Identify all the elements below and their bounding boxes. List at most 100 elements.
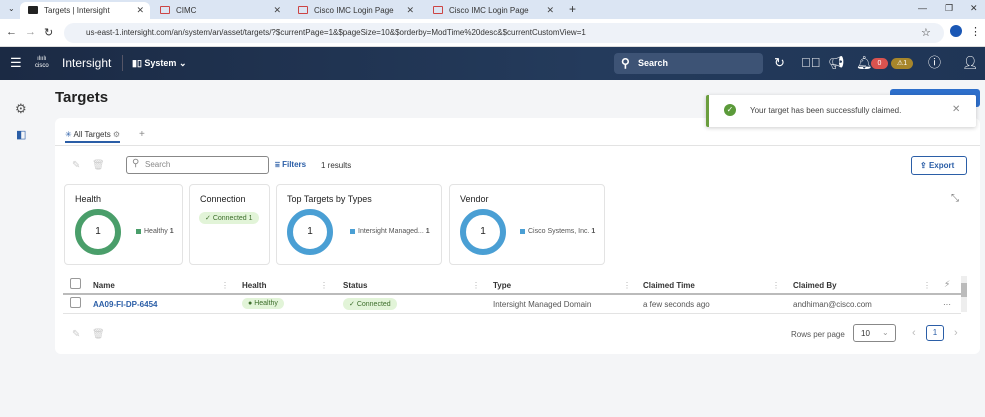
minimize-icon[interactable]: — <box>918 3 927 13</box>
column-settings-icon[interactable]: ⚡︎ <box>944 279 950 290</box>
favicon-icon <box>298 6 308 14</box>
favicon-icon <box>160 6 170 14</box>
close-tab-icon[interactable]: ✕ <box>273 5 281 16</box>
critical-alarm-badge[interactable]: 0 <box>871 58 888 69</box>
reload-icon[interactable]: ↻ <box>44 26 53 39</box>
legend-vendor[interactable]: Cisco Systems, Inc. 1 <box>520 228 595 235</box>
security-shield-icon[interactable]: ◧ <box>16 128 26 141</box>
legend-type[interactable]: Intersight Managed... 1 <box>350 228 430 235</box>
column-header-status[interactable]: Status <box>343 281 367 290</box>
help-icon[interactable]: ⓘ <box>928 56 941 70</box>
vendor-donut: 1 <box>460 209 506 255</box>
close-tab-icon[interactable]: ✕ <box>546 5 554 16</box>
user-profile-icon[interactable]: 👤︎ <box>962 56 979 70</box>
global-search-input[interactable]: ⚲ Search <box>614 53 763 74</box>
vendor-widget[interactable]: Vendor 1 Cisco Systems, Inc. 1 <box>449 184 605 265</box>
url-input[interactable]: us-east-1.intersight.com/an/system/an/as… <box>64 23 944 43</box>
maximize-icon[interactable]: ❐ <box>945 3 953 14</box>
bookmark-star-icon[interactable]: ☆ <box>921 26 931 39</box>
targets-panel: ✳ All Targets ⚙ + ✎ 🗑︎ ⚲ Search ⩸ Filters… <box>55 118 980 354</box>
export-label: Export <box>928 161 955 170</box>
column-header-type[interactable]: Type <box>493 281 511 290</box>
toast-message: Your target has been successfully claime… <box>750 106 902 115</box>
edit-icon[interactable]: ✎ <box>72 160 80 171</box>
column-menu-icon[interactable]: ⋮ <box>772 281 780 290</box>
table-scrollbar[interactable] <box>961 276 967 312</box>
connection-widget[interactable]: Connection ✓ Connected 1 <box>189 184 270 265</box>
types-widget[interactable]: Top Targets by Types 1 Intersight Managed.… <box>276 184 442 265</box>
page-1-button[interactable]: 1 <box>926 325 944 341</box>
add-view-icon[interactable]: + <box>139 129 145 140</box>
view-settings-icon[interactable]: ⚙ <box>113 130 120 139</box>
refresh-icon[interactable]: ↻ <box>774 56 785 70</box>
next-page-icon[interactable]: › <box>954 327 958 339</box>
column-header-claimed-by[interactable]: Claimed By <box>793 281 837 290</box>
widget-title: Health <box>75 194 102 204</box>
filters-button[interactable]: ⩸ Filters <box>275 160 306 170</box>
row-checkbox[interactable] <box>70 297 81 308</box>
column-menu-icon[interactable]: ⋮ <box>923 281 931 290</box>
context-label: System <box>144 58 177 68</box>
legend-healthy[interactable]: Healthy 1 <box>136 228 174 235</box>
widget-title: Vendor <box>460 194 489 204</box>
close-toast-icon[interactable]: ✕ <box>952 104 960 115</box>
chevron-down-icon: ⌄ <box>882 328 889 337</box>
close-tab-icon[interactable]: ✕ <box>406 5 414 16</box>
warning-alarm-badge[interactable]: ⚠1 <box>891 58 913 69</box>
tab-targets[interactable]: Targets | Intersight ✕ <box>20 2 150 19</box>
browser-tab-bar: ⌄ Targets | Intersight ✕ CIMC ✕ Cisco IMC … <box>0 0 985 19</box>
tab-list-chevron-icon[interactable]: ⌄ <box>8 4 15 13</box>
hamburger-menu-icon[interactable]: ☰ <box>10 56 22 70</box>
success-toast: ✓ Your target has been successfully clai… <box>706 95 976 127</box>
delete-icon[interactable]: 🗑︎ <box>92 160 105 171</box>
favicon-icon <box>28 6 38 14</box>
export-button[interactable]: ⇪ Export <box>911 156 967 175</box>
profile-avatar[interactable] <box>950 25 962 37</box>
context-selector[interactable]: ▮▯ System ⌄ <box>132 58 187 69</box>
column-menu-icon[interactable]: ⋮ <box>472 281 480 290</box>
tab-cimc-login-1[interactable]: Cisco IMC Login Page ✕ <box>290 2 420 19</box>
view-tab-all-targets[interactable]: ✳ All Targets ⚙ <box>65 130 121 143</box>
widget-title: Top Targets by Types <box>287 194 372 204</box>
close-tab-icon[interactable]: ✕ <box>136 5 144 16</box>
claimed-time-cell: a few seconds ago <box>643 300 710 309</box>
target-name-link[interactable]: AA09-FI-DP-6454 <box>93 300 157 309</box>
favicon-icon <box>433 6 443 14</box>
export-icon: ⇪ <box>920 161 929 170</box>
chevron-down-icon: ⌄ <box>178 58 187 68</box>
edit-icon[interactable]: ✎ <box>72 329 80 340</box>
settings-gear-icon[interactable]: ⚙ <box>15 101 27 117</box>
column-header-health[interactable]: Health <box>242 281 266 290</box>
column-menu-icon[interactable]: ⋮ <box>221 281 229 290</box>
row-actions-icon[interactable]: ··· <box>943 300 951 309</box>
announcements-megaphone-icon[interactable]: 📢︎ <box>828 56 845 70</box>
tab-cimc[interactable]: CIMC ✕ <box>152 2 287 19</box>
forward-icon[interactable]: → <box>25 26 36 38</box>
new-tab-icon[interactable]: + <box>569 2 576 16</box>
health-badge: ● Healthy <box>242 298 284 309</box>
rows-per-page-label: Rows per page <box>791 330 845 339</box>
health-widget[interactable]: Health 1 Healthy 1 <box>64 184 183 265</box>
select-all-checkbox[interactable] <box>70 278 81 289</box>
collapse-widgets-icon[interactable]: ⤡ <box>951 193 959 204</box>
rows-per-page-select[interactable]: 10 ⌄ <box>853 324 896 342</box>
delete-icon[interactable]: 🗑︎ <box>92 329 105 340</box>
column-menu-icon[interactable]: ⋮ <box>623 281 631 290</box>
requests-check-icon[interactable]: ✓⃝ <box>801 56 821 70</box>
divider <box>63 313 961 314</box>
brand-name: Intersight <box>62 56 112 70</box>
view-tab-label: All Targets <box>73 130 111 139</box>
tab-cimc-login-2[interactable]: Cisco IMC Login Page ✕ <box>425 2 560 19</box>
column-menu-icon[interactable]: ⋮ <box>320 281 328 290</box>
column-header-claimed-time[interactable]: Claimed Time <box>643 281 695 290</box>
search-icon: ⚲ <box>621 56 630 70</box>
system-icon: ▮▯ <box>132 58 145 68</box>
column-header-name[interactable]: Name <box>93 281 115 290</box>
connected-pill[interactable]: ✓ Connected 1 <box>199 212 259 224</box>
table-search-input[interactable]: ⚲ Search <box>126 156 269 174</box>
back-icon[interactable]: ← <box>6 26 17 38</box>
close-window-icon[interactable]: ✕ <box>970 3 978 14</box>
prev-page-icon[interactable]: ‹ <box>912 327 916 339</box>
browser-menu-icon[interactable]: ⋮ <box>970 25 981 38</box>
search-placeholder: Search <box>145 160 171 169</box>
